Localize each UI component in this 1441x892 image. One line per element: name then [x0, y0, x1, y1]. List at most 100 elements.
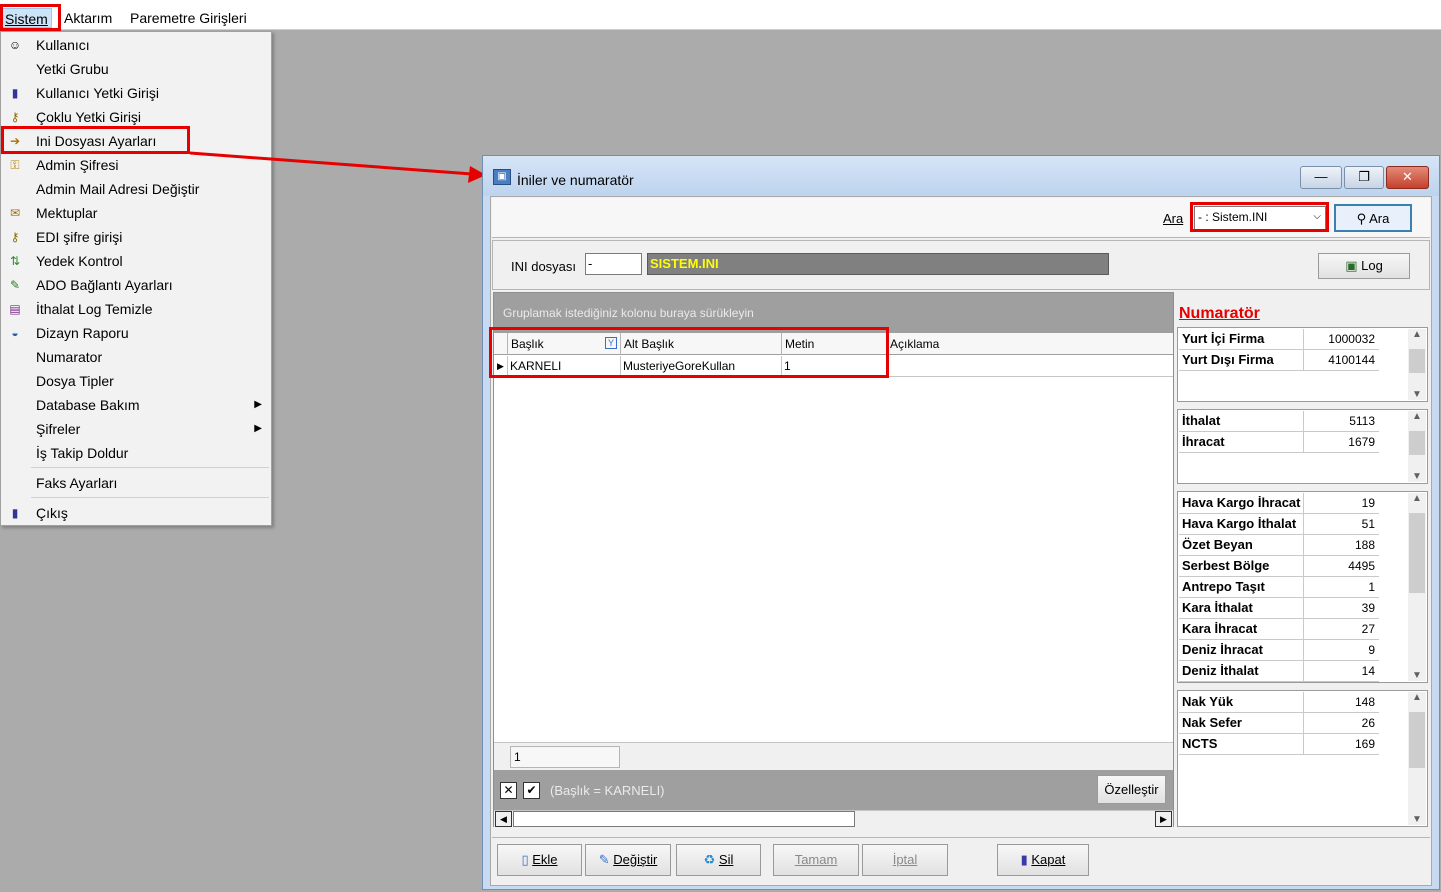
numerator-title: Numaratör	[1179, 305, 1260, 322]
numerator-row[interactable]: Yurt Dışı Firma 4100144	[1179, 350, 1379, 371]
maximize-icon: ❐	[1358, 169, 1370, 184]
numerator-value[interactable]: 39	[1305, 598, 1378, 618]
footer-count: 1	[510, 746, 620, 768]
numerator-value[interactable]: 148	[1305, 692, 1378, 712]
numerator-value[interactable]: 27	[1305, 619, 1378, 639]
numerator-value[interactable]: 26	[1305, 713, 1378, 733]
scroll-right-icon[interactable]: ▶	[1155, 811, 1172, 827]
scroll-down-icon[interactable]: ▼	[1408, 670, 1426, 681]
numerator-row[interactable]: Hava Kargo İhracat 19	[1179, 493, 1379, 514]
log-icon: ▣	[1345, 258, 1358, 273]
scroll-up-icon[interactable]: ▲	[1408, 493, 1426, 504]
numerator-value[interactable]: 169	[1305, 734, 1378, 754]
window-titlebar[interactable]: ▣ İniler ve numaratör — ❐ ✕	[483, 156, 1439, 196]
numerator-label: Deniz İhracat	[1179, 640, 1304, 660]
numerator-panel: Numaratör Yurt İçi Firma 1000032 Yurt Dı…	[1177, 292, 1429, 828]
customize-button[interactable]: Özelleştir	[1097, 775, 1166, 804]
kapat-button[interactable]: ▮ Kapat	[997, 844, 1089, 876]
numerator-row[interactable]: NCTS 169	[1179, 734, 1379, 755]
numerator-label: Yurt Dışı Firma	[1179, 350, 1304, 370]
new-document-icon: ▯	[521, 852, 529, 867]
tamam-label: Tamam	[794, 852, 838, 867]
maximize-button[interactable]: ❐	[1344, 166, 1384, 189]
degistir-button[interactable]: ✎ Değiştir	[585, 844, 671, 876]
vertical-scrollbar[interactable]: ▲ ▼	[1408, 329, 1426, 400]
scroll-up-icon[interactable]: ▲	[1408, 329, 1426, 340]
scroll-left-icon[interactable]: ◀	[495, 811, 512, 827]
scroll-down-icon[interactable]: ▼	[1408, 814, 1426, 825]
grid-footer: 1	[494, 742, 1173, 770]
scroll-up-icon[interactable]: ▲	[1408, 692, 1426, 703]
highlight-grid-row-box	[489, 327, 889, 378]
numerator-value[interactable]: 4495	[1305, 556, 1378, 576]
numerator-label: Deniz İthalat	[1179, 661, 1304, 681]
ekle-button[interactable]: ▯ Ekle	[497, 844, 582, 876]
column-header-aciklama[interactable]: Açıklama	[887, 333, 1173, 355]
highlight-search-combo-box	[1190, 202, 1329, 232]
log-button[interactable]: ▣ Log	[1318, 253, 1410, 279]
filter-enabled-checkbox[interactable]: ✔	[523, 782, 540, 799]
search-button-label: Ara	[1369, 211, 1390, 226]
numerator-row[interactable]: Kara İhracat 27	[1179, 619, 1379, 640]
numerator-row[interactable]: Serbest Bölge 4495	[1179, 556, 1379, 577]
scrollbar-thumb[interactable]	[1409, 712, 1425, 768]
scrollbar-thumb[interactable]	[1409, 513, 1425, 593]
clear-filter-icon[interactable]: ✕	[500, 782, 517, 799]
search-button[interactable]: ⚲ Ara	[1334, 204, 1412, 232]
numerator-row[interactable]: İhracat 1679	[1179, 432, 1379, 453]
scrollbar-thumb[interactable]	[1409, 431, 1425, 455]
grid-horizontal-scrollbar[interactable]: ◀ ▶	[494, 810, 1173, 827]
vertical-scrollbar[interactable]: ▲ ▼	[1408, 692, 1426, 825]
numerator-group-firma: Yurt İçi Firma 1000032 Yurt Dışı Firma 4…	[1177, 327, 1428, 402]
scrollbar-thumb[interactable]	[1409, 349, 1425, 373]
numerator-value[interactable]: 1679	[1305, 432, 1378, 452]
window-client-area: Ara - : Sistem.INI ⌵ ⚲ Ara INI dosyası -…	[489, 196, 1432, 886]
numerator-value[interactable]: 4100144	[1305, 350, 1378, 370]
numerator-group-beyan: Hava Kargo İhracat 19 Hava Kargo İthalat…	[1177, 491, 1428, 683]
sil-button[interactable]: ♻ Sil	[676, 844, 761, 876]
vertical-scrollbar[interactable]: ▲ ▼	[1408, 493, 1426, 681]
scrollbar-thumb[interactable]	[513, 811, 855, 827]
ini-file-label: INI dosyası	[511, 259, 577, 274]
ini-code-input[interactable]: -	[585, 253, 642, 275]
iptal-button[interactable]: İptal	[862, 844, 948, 876]
ini-panel: INI dosyası - SISTEM.INI ▣ Log	[492, 240, 1430, 290]
filter-bar: ✕ ✔ (Başlık = KARNELI) Özelleştir	[494, 770, 1173, 810]
numerator-label: Hava Kargo İthalat	[1179, 514, 1304, 534]
scroll-up-icon[interactable]: ▲	[1408, 411, 1426, 422]
vertical-scrollbar[interactable]: ▲ ▼	[1408, 411, 1426, 482]
numerator-label: NCTS	[1179, 734, 1304, 754]
numerator-row[interactable]: İthalat 5113	[1179, 411, 1379, 432]
numerator-row[interactable]: Özet Beyan 188	[1179, 535, 1379, 556]
numerator-label: Nak Sefer	[1179, 713, 1304, 733]
close-button[interactable]: ✕	[1386, 166, 1429, 189]
numerator-value[interactable]: 9	[1305, 640, 1378, 660]
numerator-row[interactable]: Hava Kargo İthalat 51	[1179, 514, 1379, 535]
scroll-down-icon[interactable]: ▼	[1408, 389, 1426, 400]
numerator-value[interactable]: 5113	[1305, 411, 1378, 431]
filter-text: (Başlık = KARNELI)	[550, 783, 665, 798]
numerator-row[interactable]: Nak Sefer 26	[1179, 713, 1379, 734]
numerator-value[interactable]: 188	[1305, 535, 1378, 555]
numerator-value[interactable]: 19	[1305, 493, 1378, 513]
numerator-group-ithalat: İthalat 5113 İhracat 1679 ▲ ▼	[1177, 409, 1428, 484]
cell-aciklama[interactable]	[887, 356, 1173, 377]
degistir-label: Değiştir	[613, 852, 658, 867]
scroll-down-icon[interactable]: ▼	[1408, 471, 1426, 482]
numerator-label: Antrepo Taşıt	[1179, 577, 1304, 597]
numerator-row[interactable]: Nak Yük 148	[1179, 692, 1379, 713]
numerator-row[interactable]: Deniz İthalat 14	[1179, 661, 1379, 682]
numerator-row[interactable]: Antrepo Taşıt 1	[1179, 577, 1379, 598]
minimize-button[interactable]: —	[1300, 166, 1342, 189]
numerator-label: Kara İthalat	[1179, 598, 1304, 618]
numerator-value[interactable]: 1000032	[1305, 329, 1378, 349]
bottom-toolbar: ▯ Ekle ✎ Değiştir ♻ Sil Tamam İptal ▮ Ka…	[492, 837, 1430, 885]
numerator-value[interactable]: 14	[1305, 661, 1378, 681]
numerator-row[interactable]: Kara İthalat 39	[1179, 598, 1379, 619]
tamam-button[interactable]: Tamam	[773, 844, 859, 876]
numerator-value[interactable]: 1	[1305, 577, 1378, 597]
numerator-row[interactable]: Deniz İhracat 9	[1179, 640, 1379, 661]
search-icon: ⚲	[1356, 211, 1367, 226]
numerator-value[interactable]: 51	[1305, 514, 1378, 534]
numerator-row[interactable]: Yurt İçi Firma 1000032	[1179, 329, 1379, 350]
